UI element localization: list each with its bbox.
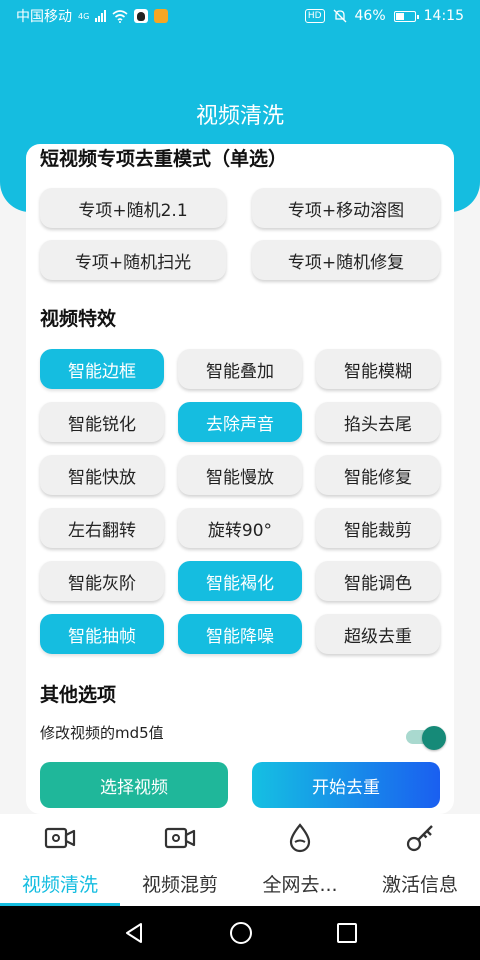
effect-button[interactable]: 智能慢放 — [178, 455, 302, 495]
mode-option-random-sweep[interactable]: 专项+随机扫光 — [40, 240, 226, 280]
effect-button[interactable]: 旋转90° — [178, 508, 302, 548]
tab-video-mix[interactable]: 视频混剪 — [120, 814, 240, 906]
tab-video-clean[interactable]: 视频清洗 — [0, 814, 120, 906]
mute-bell-icon — [333, 9, 346, 23]
battery-percent: 46% — [354, 8, 386, 24]
effects-section-title: 视频特效 — [40, 308, 117, 330]
other-section-title: 其他选项 — [40, 684, 117, 706]
effect-button[interactable]: 智能降噪 — [178, 614, 302, 654]
clock: 14:15 — [423, 8, 464, 24]
effect-button[interactable]: 左右翻转 — [40, 508, 164, 548]
signal-icon — [95, 10, 107, 22]
carrier-label: 中国移动 — [16, 9, 72, 25]
start-dedupe-button[interactable]: 开始去重 — [252, 762, 440, 808]
effect-button[interactable]: 智能裁剪 — [316, 508, 440, 548]
tab-label: 视频混剪 — [141, 874, 218, 896]
video-camera-icon — [44, 822, 76, 854]
bottom-tab-bar: 视频清洗 视频混剪 全网去... 激活信息 — [0, 814, 480, 906]
tab-label: 激活信息 — [381, 874, 458, 896]
settings-card: 短视频专项去重模式（单选） 专项+随机2.1 专项+移动溶图 专项+随机扫光 专… — [26, 144, 454, 814]
tab-label: 全网去... — [262, 874, 338, 896]
effect-button[interactable]: 智能抽帧 — [40, 614, 164, 654]
effect-button[interactable]: 掐头去尾 — [316, 402, 440, 442]
video-camera-icon — [164, 822, 196, 854]
page-title: 视频清洗 — [195, 104, 284, 129]
effect-button[interactable]: 超级去重 — [316, 614, 440, 654]
network-type: 4G — [78, 12, 90, 21]
hd-badge: HD — [304, 9, 325, 23]
effect-button[interactable]: 智能快放 — [40, 455, 164, 495]
app-notification-icon — [154, 9, 169, 23]
effect-button[interactable]: 去除声音 — [178, 402, 302, 442]
effect-button[interactable]: 智能调色 — [316, 561, 440, 601]
tab-web-dedupe[interactable]: 全网去... — [240, 814, 360, 906]
effect-button[interactable]: 智能灰阶 — [40, 561, 164, 601]
mode-option-move-blend[interactable]: 专项+移动溶图 — [252, 188, 440, 228]
drop-icon — [287, 822, 313, 854]
effect-button[interactable]: 智能修复 — [316, 455, 440, 495]
home-icon[interactable] — [229, 921, 253, 945]
tab-activation[interactable]: 激活信息 — [360, 814, 480, 906]
tab-label: 视频清洗 — [21, 874, 98, 896]
mode-option-random21[interactable]: 专项+随机2.1 — [40, 188, 226, 228]
battery-icon — [393, 10, 419, 22]
qq-icon — [134, 9, 149, 23]
effect-button[interactable]: 智能叠加 — [178, 349, 302, 389]
status-bar: 中国移动 4G HD 46% 14:15 — [0, 0, 480, 32]
system-nav-bar — [0, 906, 480, 960]
effect-button[interactable]: 智能褐化 — [178, 561, 302, 601]
key-icon — [405, 822, 435, 854]
effect-button[interactable]: 智能锐化 — [40, 402, 164, 442]
effect-button[interactable]: 智能边框 — [40, 349, 164, 389]
back-icon[interactable] — [122, 921, 146, 945]
wifi-icon — [112, 9, 128, 23]
effect-button[interactable]: 智能模糊 — [316, 349, 440, 389]
recents-icon[interactable] — [336, 922, 358, 944]
mode-section-title: 短视频专项去重模式（单选） — [40, 148, 288, 170]
md5-toggle[interactable] — [406, 726, 446, 750]
md5-option-label: 修改视频的md5值 — [40, 724, 164, 742]
select-video-button[interactable]: 选择视频 — [40, 762, 228, 808]
toggle-knob — [422, 726, 446, 750]
mode-option-random-repair[interactable]: 专项+随机修复 — [252, 240, 440, 280]
